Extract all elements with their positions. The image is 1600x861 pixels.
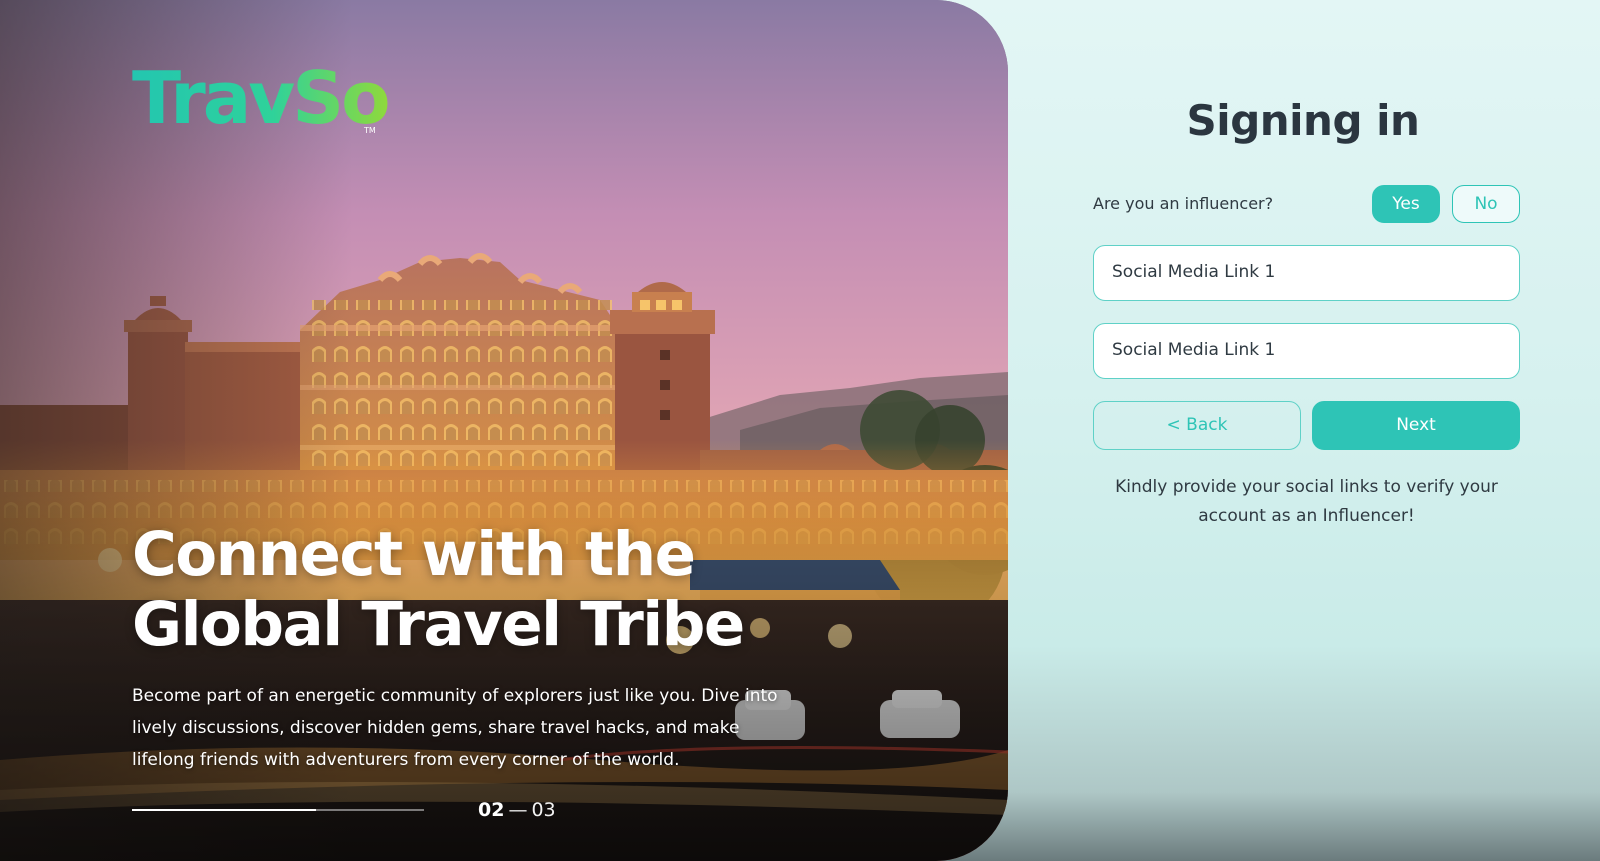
social-media-link-2-input[interactable]: Social Media Link 1 [1093,323,1520,379]
page-title: Signing in [1186,96,1420,145]
pager-current: 02 [478,799,505,821]
headline-line-2: Global Travel Tribe [132,589,745,660]
hero-description: Become part of an energetic community of… [132,686,778,770]
pager-separator: — [508,799,528,821]
headline-line-1: Connect with the [132,519,696,590]
carousel-progress-fill [132,809,316,811]
influencer-no-button[interactable]: No [1452,185,1520,223]
social-media-link-1-input[interactable]: Social Media Link 1 [1093,245,1520,301]
hero-headline: Connect with the Global Travel Tribe [132,520,892,660]
signin-screen: TravSo TM Connect with the Global Travel… [0,0,1600,861]
carousel-pager: 02—03 [478,798,556,822]
carousel-progress-bar [132,809,424,811]
travso-logo: TravSo [132,62,388,134]
influencer-yes-button[interactable]: Yes [1372,185,1440,223]
logo-text: TravSo [132,56,388,140]
influencer-question: Are you an influencer? [1093,194,1274,213]
trademark-mark: TM [364,126,376,135]
hero-panel: TravSo TM Connect with the Global Travel… [0,0,1008,861]
back-button[interactable]: < Back [1093,401,1301,450]
next-button[interactable]: Next [1312,401,1520,450]
pager-total: 03 [531,799,556,821]
verification-note: Kindly provide your social links to veri… [1115,477,1498,526]
